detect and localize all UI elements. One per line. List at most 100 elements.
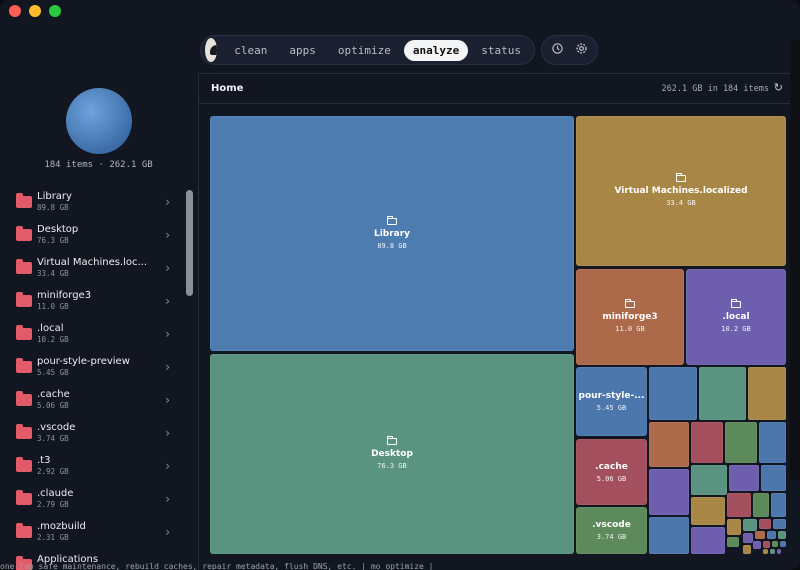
treemap-tile-virtual-machines[interactable]: Virtual Machines.localized 33.4 GB xyxy=(576,116,786,266)
list-item[interactable]: Virtual Machines.loc... 33.4 GB › xyxy=(0,252,180,285)
app-window: clean apps optimize analyze status 184 i… xyxy=(0,0,800,570)
treemap-tile[interactable] xyxy=(753,541,761,549)
treemap-tile-miniforge3[interactable]: miniforge3 11.0 GB xyxy=(576,269,684,365)
history-icon[interactable] xyxy=(551,42,564,58)
list-item[interactable]: miniforge3 11.0 GB › xyxy=(0,285,180,318)
refresh-icon[interactable]: ↻ xyxy=(774,81,783,94)
treemap-tile[interactable] xyxy=(763,541,770,548)
usage-stats: 262.1 GB in 184 items xyxy=(661,84,769,94)
chevron-right-icon: › xyxy=(165,261,170,275)
treemap-tile[interactable] xyxy=(780,541,786,547)
list-item[interactable]: Desktop 76.3 GB › xyxy=(0,219,180,252)
treemap-tile[interactable] xyxy=(691,497,725,525)
tab-analyze[interactable]: analyze xyxy=(403,39,469,61)
treemap-tile[interactable] xyxy=(763,549,768,554)
chevron-right-icon: › xyxy=(165,525,170,539)
chevron-right-icon: › xyxy=(165,327,170,341)
folder-icon xyxy=(16,325,32,340)
list-item[interactable]: .vscode 3.74 GB › xyxy=(0,417,180,450)
list-item[interactable]: .t3 2.92 GB › xyxy=(0,450,180,483)
tab-optimize[interactable]: optimize xyxy=(329,40,400,61)
terminal-line: one-tap safe maintenance, rebuild caches… xyxy=(0,563,434,570)
treemap-tile-cache[interactable]: .cache 5.06 GB xyxy=(576,439,647,505)
treemap-tile[interactable] xyxy=(759,422,786,463)
main-nav: clean apps optimize analyze status xyxy=(200,35,535,65)
treemap-tile[interactable] xyxy=(772,541,778,547)
chevron-right-icon: › xyxy=(165,393,170,407)
folder-icon xyxy=(16,292,32,307)
treemap-tile[interactable] xyxy=(727,493,751,517)
folder-icon xyxy=(16,490,32,505)
treemap-tile[interactable] xyxy=(727,519,741,535)
sidebar-summary: 184 items · 262.1 GB xyxy=(44,160,153,170)
treemap-tile-pour-style-preview[interactable]: pour-style-... 5.45 GB xyxy=(576,367,647,436)
treemap-tile[interactable] xyxy=(743,545,751,554)
treemap-tile[interactable] xyxy=(753,493,769,517)
folder-icon xyxy=(16,523,32,538)
treemap-tile[interactable] xyxy=(770,549,775,554)
treemap-tile[interactable] xyxy=(691,465,727,495)
chevron-right-icon: › xyxy=(165,426,170,440)
treemap-tile[interactable] xyxy=(748,367,786,420)
folder-icon xyxy=(16,358,32,373)
treemap-tile[interactable] xyxy=(729,465,759,491)
folder-icon xyxy=(16,193,32,208)
treemap-tile[interactable] xyxy=(743,533,753,543)
sidebar: 184 items · 262.1 GB Library 89.8 GB › Des… xyxy=(0,74,197,570)
sidebar-scrollbar[interactable] xyxy=(186,190,193,296)
list-item[interactable]: .cache 5.06 GB › xyxy=(0,384,180,417)
list-item[interactable]: .local 10.2 GB › xyxy=(0,318,180,351)
treemap-tile[interactable] xyxy=(649,422,689,467)
treemap-tile[interactable] xyxy=(691,422,723,463)
disk-usage-orb xyxy=(66,88,132,154)
list-item[interactable]: .mozbuild 2.31 GB › xyxy=(0,516,180,549)
close-window-button[interactable] xyxy=(9,5,21,17)
treemap-tile[interactable] xyxy=(649,469,689,515)
utility-nav xyxy=(541,35,598,65)
folder-icon xyxy=(387,215,397,225)
treemap-tile[interactable] xyxy=(725,422,757,463)
treemap-tile[interactable] xyxy=(755,531,765,539)
treemap-tile[interactable] xyxy=(743,519,757,531)
treemap-tile-vscode[interactable]: .vscode 3.74 GB xyxy=(576,507,647,554)
treemap-tile[interactable] xyxy=(777,549,781,554)
treemap-tile[interactable] xyxy=(699,367,746,420)
tab-apps[interactable]: apps xyxy=(280,40,325,61)
folder-icon xyxy=(625,299,635,308)
treemap-tile-local[interactable]: .local 10.2 GB xyxy=(686,269,786,365)
treemap-tile[interactable] xyxy=(771,493,786,517)
treemap-tile[interactable] xyxy=(778,531,786,539)
treemap-tile[interactable] xyxy=(727,537,739,547)
treemap-tile[interactable] xyxy=(649,367,697,420)
folder-icon xyxy=(16,457,32,472)
chevron-right-icon: › xyxy=(165,459,170,473)
treemap-tile-library[interactable]: Library 89.8 GB xyxy=(210,116,574,351)
cloud-logo-icon[interactable] xyxy=(205,38,218,62)
treemap-tile[interactable] xyxy=(767,531,776,539)
chevron-right-icon: › xyxy=(165,228,170,242)
panel-header: Home 262.1 GB in 184 items ↻ xyxy=(199,73,800,104)
analyze-panel: Home 262.1 GB in 184 items ↻ Library 89.… xyxy=(198,73,800,570)
treemap-tile[interactable] xyxy=(649,517,689,554)
list-item[interactable]: pour-style-preview 5.45 GB › xyxy=(0,351,180,384)
folder-icon xyxy=(16,424,32,439)
tab-status[interactable]: status xyxy=(472,40,530,61)
chevron-right-icon: › xyxy=(165,492,170,506)
treemap-tile[interactable] xyxy=(691,527,725,554)
gear-icon[interactable] xyxy=(575,42,588,58)
folder-icon xyxy=(16,226,32,241)
list-item[interactable]: .claude 2.79 GB › xyxy=(0,483,180,516)
chevron-right-icon: › xyxy=(165,195,170,209)
folder-icon xyxy=(676,173,686,182)
page-title: Home xyxy=(211,83,244,94)
treemap-tile[interactable] xyxy=(761,465,786,491)
tab-clean[interactable]: clean xyxy=(225,40,276,61)
zoom-window-button[interactable] xyxy=(49,5,61,17)
chevron-right-icon: › xyxy=(165,294,170,308)
minimize-window-button[interactable] xyxy=(29,5,41,17)
treemap-tile[interactable] xyxy=(759,519,771,529)
treemap-tile[interactable] xyxy=(773,519,786,529)
treemap-tile-desktop[interactable]: Desktop 76.3 GB xyxy=(210,354,574,554)
list-item[interactable]: Library 89.8 GB › xyxy=(0,186,180,219)
folder-icon xyxy=(731,299,741,308)
